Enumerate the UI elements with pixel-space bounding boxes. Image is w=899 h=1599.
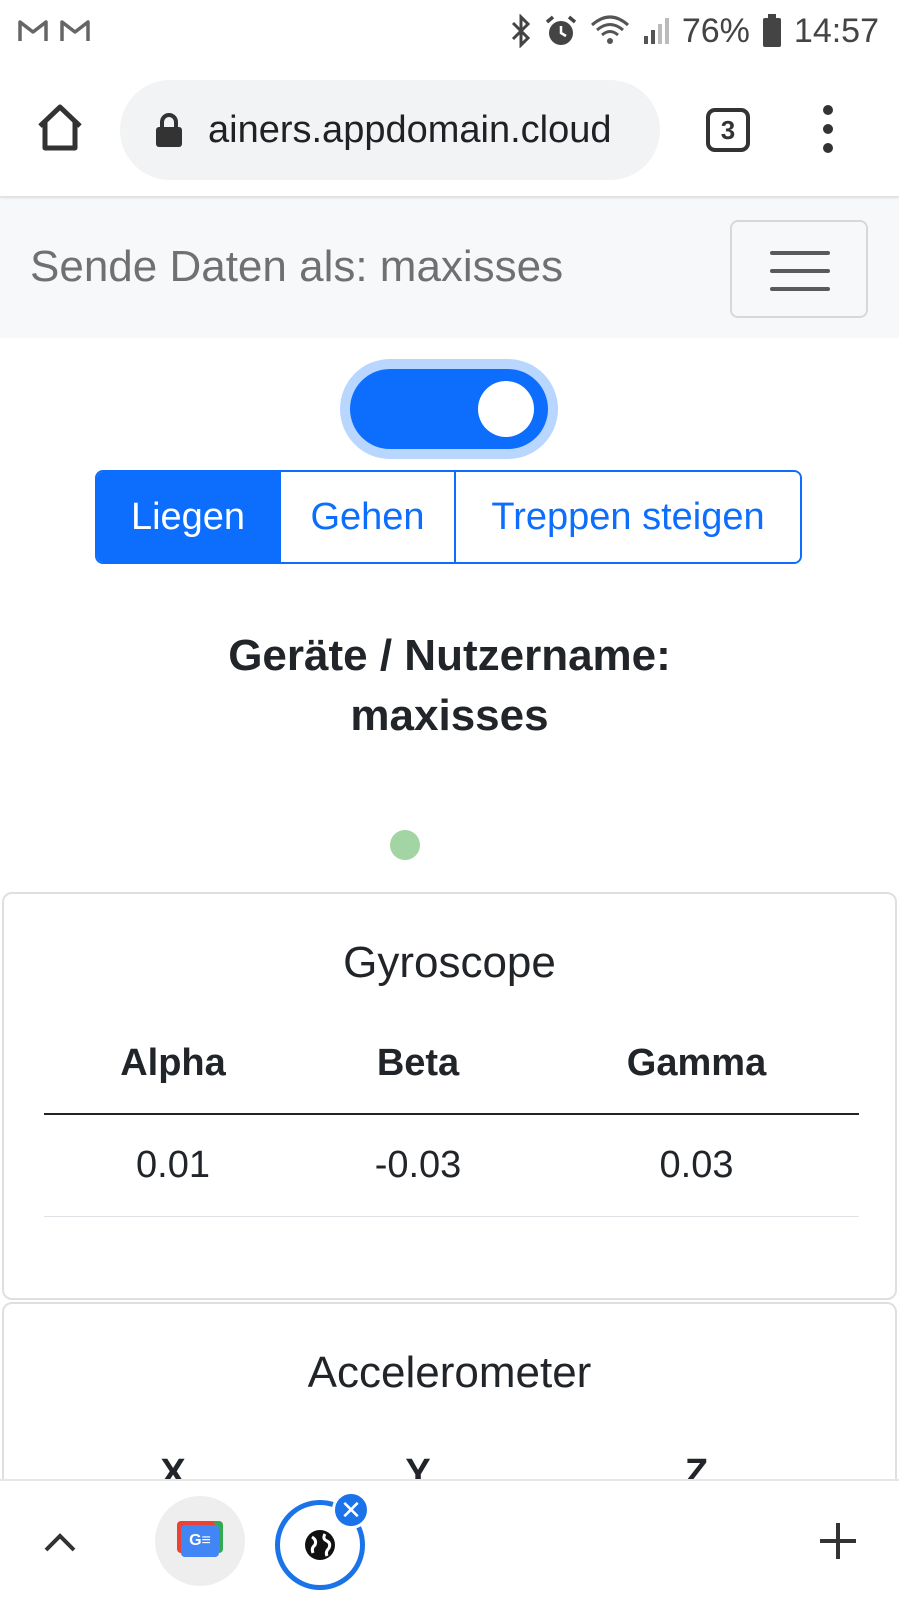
address-bar[interactable]: ainers.appdomain.cloud [120, 80, 660, 180]
google-news-icon: G≡ [181, 1525, 219, 1557]
activity-gehen-button[interactable]: Gehen [279, 472, 454, 562]
battery-percent: 76% [681, 11, 750, 50]
navbar: Sende Daten als: maxisses [0, 200, 899, 338]
table-row: 0.01 -0.03 0.03 [44, 1114, 859, 1217]
column-header-alpha: Alpha [44, 1014, 302, 1115]
hamburger-line [770, 251, 830, 255]
tab-thumbnail-google-news[interactable]: G≡ [155, 1496, 245, 1586]
globe-icon [305, 1530, 335, 1560]
bottom-tab-bar: G≡ ✕ [0, 1479, 899, 1599]
gyro-alpha-value: 0.01 [44, 1114, 302, 1217]
table-header-row: Alpha Beta Gamma [44, 1014, 859, 1115]
screen: 76% 14:57 ainers.appdomain.cloud 3 Sende… [0, 0, 899, 1599]
wifi-icon [590, 15, 629, 44]
toggle-track [350, 369, 548, 449]
close-tab-icon[interactable]: ✕ [332, 1491, 370, 1529]
accelerometer-title: Accelerometer [307, 1348, 592, 1397]
gmail-icon [18, 20, 48, 41]
url-text: ainers.appdomain.cloud [208, 108, 612, 151]
home-icon[interactable] [34, 102, 86, 154]
toggle-knob [478, 381, 534, 437]
tab-switcher-button[interactable]: 3 [706, 108, 750, 152]
alarm-icon [545, 15, 576, 45]
lock-icon [156, 113, 182, 147]
gyroscope-table: Alpha Beta Gamma 0.01 -0.03 0.03 [44, 1014, 859, 1217]
more-options-icon[interactable] [818, 104, 838, 154]
gyroscope-card: Gyroscope Alpha Beta Gamma 0.01 -0.03 0.… [2, 892, 897, 1300]
browser-toolbar: ainers.appdomain.cloud 3 [0, 62, 899, 198]
send-data-toggle[interactable] [340, 359, 558, 459]
column-header-gamma: Gamma [534, 1014, 859, 1115]
chevron-up-icon[interactable] [42, 1531, 78, 1553]
device-heading-username: maxisses [350, 691, 549, 740]
bluetooth-icon [511, 14, 530, 48]
activity-treppen-steigen-button[interactable]: Treppen steigen [454, 472, 800, 562]
device-heading-line1: Geräte / Nutzername: [228, 631, 671, 680]
column-header-beta: Beta [302, 1014, 534, 1115]
status-right: 76% 14:57 [510, 12, 879, 51]
hamburger-line [770, 269, 830, 273]
status-bar: 76% 14:57 [0, 0, 899, 62]
gyro-beta-value: -0.03 [302, 1114, 534, 1217]
connection-status-dot [390, 830, 420, 860]
clock: 14:57 [793, 11, 879, 50]
gyroscope-title: Gyroscope [343, 938, 556, 987]
navbar-brand[interactable]: Sende Daten als: maxisses [30, 242, 563, 292]
gyro-gamma-value: 0.03 [534, 1114, 859, 1217]
activity-button-group: Liegen Gehen Treppen steigen [95, 470, 802, 564]
plus-icon[interactable] [818, 1521, 858, 1561]
gmail-icon [60, 20, 90, 41]
status-left [18, 19, 90, 43]
device-username-heading: Geräte / Nutzername: maxisses [0, 626, 899, 746]
signal-icon [643, 18, 669, 44]
hamburger-line [770, 287, 830, 291]
activity-liegen-button[interactable]: Liegen [97, 472, 279, 562]
battery-icon [762, 14, 781, 47]
navbar-toggler-button[interactable] [730, 220, 868, 318]
